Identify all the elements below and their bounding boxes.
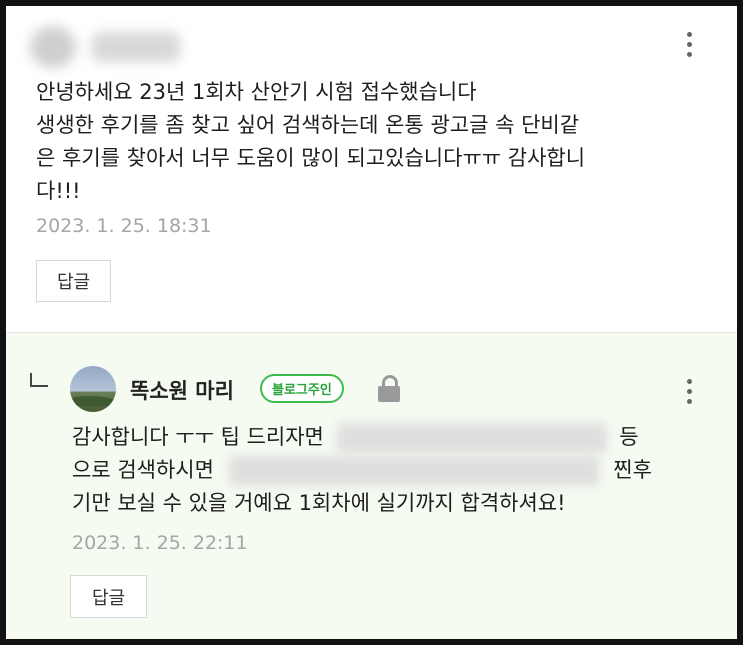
author-name-blurred[interactable] [92, 32, 180, 62]
more-options-icon[interactable] [679, 375, 699, 409]
comment-2-reply: 똑소원 마리 블로그주인 감사합니다 ㅜㅜ 팁 드리자면 등 으로 검색하시면 … [6, 332, 737, 639]
comment-text: 감사합니다 ㅜㅜ 팁 드리자면 등 으로 검색하시면 찐후 기만 보실 수 있을… [72, 421, 712, 520]
blurred-text [228, 456, 599, 486]
author-name[interactable]: 똑소원 마리 [130, 375, 234, 405]
comment-date: 2023. 1. 25. 22:11 [72, 532, 248, 554]
comment-line: 은 후기를 찾아서 너무 도움이 많이 되고있습니다ㅠㅠ 감사합니 [36, 146, 586, 170]
reply-arrow-icon [30, 373, 48, 387]
lock-icon [378, 375, 400, 403]
reply-button[interactable]: 답글 [36, 260, 111, 302]
avatar-blurred[interactable] [30, 26, 76, 68]
more-options-icon[interactable] [679, 28, 699, 62]
comment-1: 안녕하세요 23년 1회차 산안기 시험 접수했습니다 생생한 후기를 좀 찾고… [6, 6, 737, 332]
reply-button[interactable]: 답글 [70, 575, 147, 618]
comment-line: 생생한 후기를 좀 찾고 싶어 검색하는데 온통 광고글 속 단비같 [36, 113, 580, 137]
avatar[interactable] [70, 366, 116, 412]
comment-line: 기만 보실 수 있을 거예요 1회차에 실기까지 합격하셔요! [72, 491, 566, 515]
comment-text-fragment: 으로 검색하시면 [72, 458, 214, 482]
blog-owner-badge: 블로그주인 [260, 374, 344, 403]
comment-text: 안녕하세요 23년 1회차 산안기 시험 접수했습니다 생생한 후기를 좀 찾고… [36, 76, 706, 208]
comment-panel: 안녕하세요 23년 1회차 산안기 시험 접수했습니다 생생한 후기를 좀 찾고… [6, 6, 737, 639]
comment-line: 다!!! [36, 179, 81, 203]
comment-text-fragment: 찐후 [613, 458, 652, 482]
comment-text-fragment: 등 [619, 425, 639, 449]
comment-line: 안녕하세요 23년 1회차 산안기 시험 접수했습니다 [36, 80, 477, 104]
comment-text-fragment: 감사합니다 ㅜㅜ 팁 드리자면 [72, 425, 324, 449]
blurred-text [336, 423, 607, 453]
comment-line: 감사합니다 ㅜㅜ 팁 드리자면 등 [72, 421, 712, 454]
comment-line: 으로 검색하시면 찐후 [72, 454, 712, 487]
comment-date: 2023. 1. 25. 18:31 [36, 215, 212, 237]
